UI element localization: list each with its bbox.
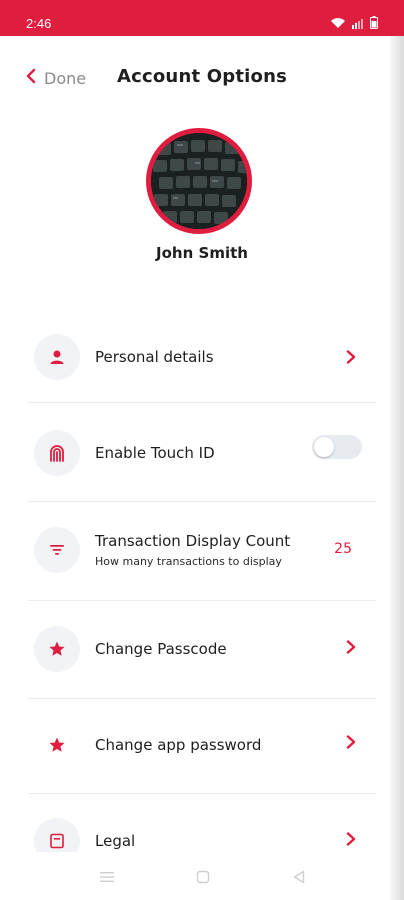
divider — [28, 600, 376, 601]
change-passcode-row[interactable]: Change Passcode — [28, 602, 376, 698]
transaction-count-sublabel: How many transactions to display — [95, 555, 282, 568]
person-icon — [34, 334, 80, 380]
change-app-password-row[interactable]: Change app password — [28, 698, 376, 794]
wifi-icon — [330, 17, 346, 29]
app-screen: 2:46 Account Options Done John Smith Per… — [0, 0, 404, 900]
chevron-right-icon — [346, 832, 356, 846]
filter-icon — [34, 527, 80, 573]
battery-icon — [370, 16, 378, 29]
divider — [28, 402, 376, 403]
star-icon — [34, 626, 80, 672]
legal-label: Legal — [95, 832, 136, 850]
personal-details-row[interactable]: Personal details — [28, 310, 376, 406]
screen-edge — [390, 36, 404, 900]
star-icon — [34, 722, 80, 768]
transaction-count-label: Transaction Display Count — [95, 532, 291, 550]
touch-id-label: Enable Touch ID — [95, 444, 215, 462]
status-bar: 2:46 — [0, 0, 404, 36]
user-name: John Smith — [156, 244, 248, 262]
chevron-right-icon — [346, 735, 356, 749]
done-label: Done — [44, 68, 87, 88]
touch-id-row: Enable Touch ID — [28, 406, 376, 502]
home-square-icon[interactable] — [192, 866, 214, 888]
status-icons — [330, 16, 378, 29]
chevron-right-icon — [346, 350, 356, 364]
signal-icon — [352, 17, 364, 29]
toggle-knob — [314, 437, 334, 457]
chevron-right-icon — [346, 640, 356, 654]
back-triangle-icon[interactable] — [288, 866, 310, 888]
transaction-count-value: 25 — [334, 541, 352, 557]
transaction-count-row[interactable]: Transaction Display Count How many trans… — [28, 504, 376, 600]
chevron-left-icon — [26, 68, 36, 88]
keyboard-photo — [151, 133, 247, 229]
avatar[interactable] — [146, 128, 252, 234]
divider — [28, 501, 376, 502]
personal-details-label: Personal details — [95, 348, 214, 366]
menu-icon[interactable] — [96, 866, 118, 888]
touch-id-toggle[interactable] — [312, 435, 362, 459]
status-time: 2:46 — [26, 16, 52, 31]
fingerprint-icon — [34, 430, 80, 476]
done-button[interactable]: Done — [26, 66, 86, 90]
change-passcode-label: Change Passcode — [95, 640, 227, 658]
change-app-password-label: Change app password — [95, 736, 262, 754]
